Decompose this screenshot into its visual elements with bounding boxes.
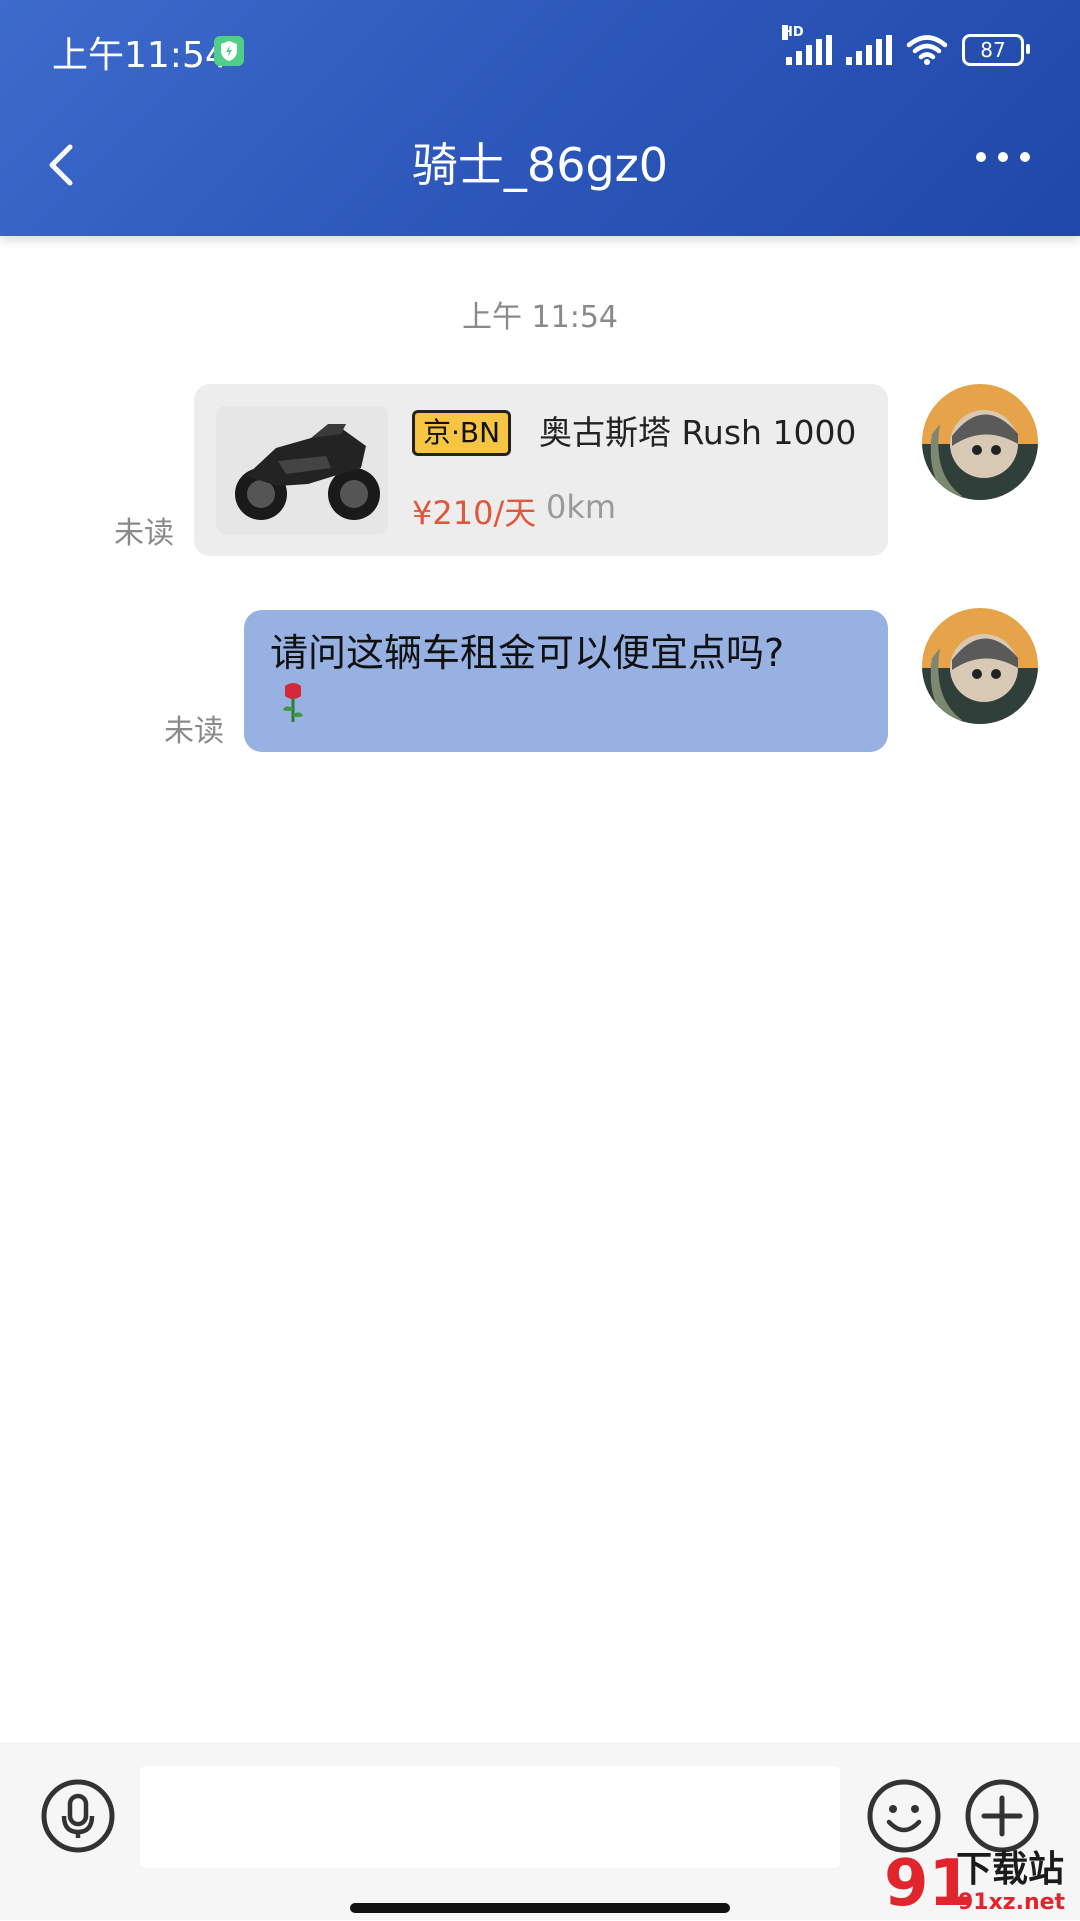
smiley-icon xyxy=(867,1779,941,1853)
voice-button[interactable] xyxy=(40,1778,116,1854)
mileage: 0km xyxy=(546,488,617,526)
motorcycle-image xyxy=(216,406,388,534)
app-header: 上午11:54 HD 87 骑士_86gz0 xyxy=(0,0,1080,236)
battery-indicator: 87 xyxy=(962,34,1030,66)
watermark-text: 下载站 xyxy=(956,1849,1065,1890)
chat-timestamp: 上午 11:54 xyxy=(462,300,618,335)
vehicle-name: 奥古斯塔 Rush 1000 xyxy=(539,413,857,452)
more-dots-icon xyxy=(976,152,986,162)
signal-icon-2 xyxy=(846,35,892,65)
message-text: 请问这辆车租金可以便宜点吗? xyxy=(270,631,785,675)
avatar[interactable] xyxy=(922,384,1038,500)
text-message-bubble[interactable]: 请问这辆车租金可以便宜点吗? xyxy=(244,610,888,752)
home-indicator[interactable] xyxy=(350,1903,730,1913)
avatar[interactable] xyxy=(922,608,1038,724)
status-time: 上午11:54 xyxy=(52,35,228,76)
microphone-icon xyxy=(41,1779,115,1853)
emoji-button[interactable] xyxy=(866,1778,942,1854)
site-watermark: 91 下载站 91xz.net xyxy=(884,1848,1080,1920)
product-card-message[interactable]: 京·BN 奥古斯塔 Rush 1000 ¥210/天 0km xyxy=(194,384,888,556)
watermark-domain: 91xz.net xyxy=(958,1890,1066,1915)
hd-label: HD xyxy=(782,25,804,40)
status-indicators: HD 87 xyxy=(782,25,1030,70)
unread-status: 未读 xyxy=(114,516,174,551)
signal-icon: HD xyxy=(782,25,832,65)
battery-level: 87 xyxy=(980,38,1006,62)
license-plate-badge: 京·BN xyxy=(412,410,512,456)
rose-emoji xyxy=(283,683,303,722)
rental-price: ¥210/天 xyxy=(412,494,537,532)
wifi-icon xyxy=(906,35,948,65)
chat-title: 骑士_86gz0 xyxy=(411,138,669,192)
message-input[interactable] xyxy=(140,1766,840,1868)
more-button[interactable] xyxy=(976,152,1030,162)
shield-icon xyxy=(214,36,244,66)
plus-icon xyxy=(965,1779,1039,1853)
add-button[interactable] xyxy=(964,1778,1040,1854)
unread-status: 未读 xyxy=(164,714,224,749)
